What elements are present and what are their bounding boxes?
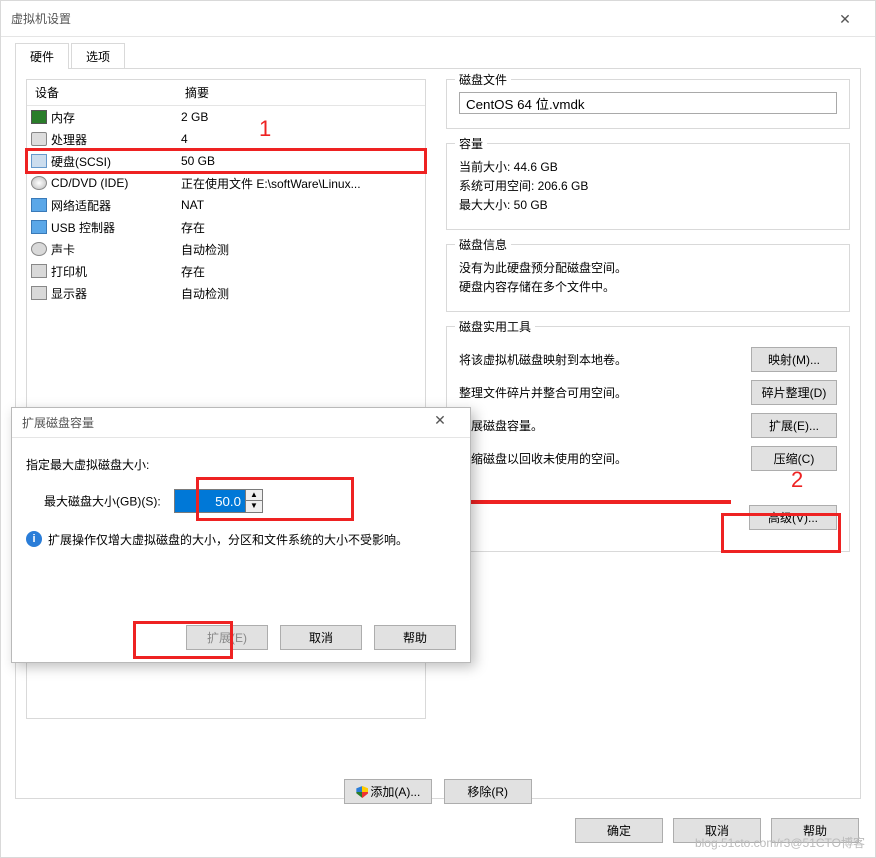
tab-strip: 硬件 选项 [15, 43, 861, 69]
defrag-button[interactable]: 碎片整理(D) [751, 380, 837, 405]
disk-file-input[interactable] [459, 92, 837, 114]
device-name: 声卡 [51, 241, 75, 258]
shield-icon [356, 786, 368, 798]
device-name: USB 控制器 [51, 219, 115, 236]
device-summary: 存在 [181, 219, 421, 236]
spinner-down-icon[interactable]: ▼ [246, 501, 262, 512]
add-device-button[interactable]: 添加(A)... [344, 779, 432, 804]
net-icon [31, 198, 47, 212]
device-name: CD/DVD (IDE) [51, 176, 128, 190]
map-button[interactable]: 映射(M)... [751, 347, 837, 372]
device-summary: 自动检测 [181, 241, 421, 258]
expand-disk-dialog: 扩展磁盘容量 ✕ 指定最大虚拟磁盘大小: 最大磁盘大小(GB)(S): ▲ ▼ … [11, 407, 471, 663]
cancel-button[interactable]: 取消 [673, 818, 761, 843]
dialog2-prompt: 指定最大虚拟磁盘大小: [26, 456, 456, 473]
dialog2-titlebar: 扩展磁盘容量 ✕ [12, 408, 470, 438]
device-name: 显示器 [51, 285, 87, 302]
device-row-display[interactable]: 显示器 自动检测 [27, 282, 425, 304]
disk-file-legend: 磁盘文件 [455, 71, 511, 88]
memory-icon [31, 110, 47, 124]
map-desc: 将该虚拟机磁盘映射到本地卷。 [459, 351, 741, 368]
display-icon [31, 286, 47, 300]
device-name: 内存 [51, 109, 75, 126]
device-table-header: 设备 摘要 [27, 80, 425, 106]
device-row-sound[interactable]: 声卡 自动检测 [27, 238, 425, 260]
device-row-printer[interactable]: 打印机 存在 [27, 260, 425, 282]
device-summary: 自动检测 [181, 285, 421, 302]
device-name: 网络适配器 [51, 197, 111, 214]
printer-icon [31, 264, 47, 278]
sound-icon [31, 242, 47, 256]
capacity-max: 最大大小: 50 GB [459, 196, 837, 213]
tab-options[interactable]: 选项 [71, 43, 125, 68]
titlebar: 虚拟机设置 ✕ [1, 1, 875, 37]
dialog2-close-icon[interactable]: ✕ [420, 405, 460, 441]
dialog2-info: 扩展操作仅增大虚拟磁盘的大小，分区和文件系统的大小不受影响。 [48, 531, 456, 548]
expand-desc: 扩展磁盘容量。 [459, 417, 741, 434]
device-summary: 50 GB [181, 154, 421, 168]
col-summary: 摘要 [177, 80, 425, 105]
capacity-legend: 容量 [455, 135, 487, 152]
compact-desc: 压缩磁盘以回收未使用的空间。 [459, 450, 741, 467]
col-device: 设备 [27, 80, 177, 105]
expand-button[interactable]: 扩展(E)... [751, 413, 837, 438]
device-summary: 存在 [181, 263, 421, 280]
device-name: 处理器 [51, 131, 87, 148]
disk-info-line1: 没有为此硬盘预分配磁盘空间。 [459, 259, 837, 276]
device-name: 打印机 [51, 263, 87, 280]
dialog2-help-button[interactable]: 帮助 [374, 625, 456, 650]
disk-tools-group: 磁盘实用工具 将该虚拟机磁盘映射到本地卷。 映射(M)... 整理文件碎片并整合… [446, 326, 850, 552]
disk-icon [31, 154, 47, 168]
compact-button[interactable]: 压缩(C) [751, 446, 837, 471]
vm-settings-window: 虚拟机设置 ✕ 硬件 选项 设备 摘要 内存 2 GB 处理器 4 硬盘(SCSI) 50… [0, 0, 876, 858]
device-summary: 正在使用文件 E:\softWare\Linux... [181, 175, 421, 192]
info-icon: i [26, 531, 42, 547]
cd-icon [31, 176, 47, 190]
device-row-cpu[interactable]: 处理器 4 [27, 128, 425, 150]
max-size-label: 最大磁盘大小(GB)(S): [44, 495, 161, 509]
device-row-cd[interactable]: CD/DVD (IDE) 正在使用文件 E:\softWare\Linux... [27, 172, 425, 194]
defrag-desc: 整理文件碎片并整合可用空间。 [459, 384, 741, 401]
capacity-current: 当前大小: 44.6 GB [459, 158, 837, 175]
dialog2-expand-button[interactable]: 扩展(E) [186, 625, 268, 650]
remove-device-button[interactable]: 移除(R) [444, 779, 532, 804]
max-size-input[interactable] [175, 490, 245, 512]
capacity-group: 容量 当前大小: 44.6 GB 系统可用空间: 206.6 GB 最大大小: … [446, 143, 850, 230]
disk-info-legend: 磁盘信息 [455, 236, 511, 253]
device-row-memory[interactable]: 内存 2 GB [27, 106, 425, 128]
help-button[interactable]: 帮助 [771, 818, 859, 843]
device-summary: NAT [181, 198, 421, 212]
dialog2-title: 扩展磁盘容量 [22, 408, 94, 438]
device-row-net[interactable]: 网络适配器 NAT [27, 194, 425, 216]
capacity-free: 系统可用空间: 206.6 GB [459, 177, 837, 194]
disk-file-group: 磁盘文件 [446, 79, 850, 129]
disk-info-group: 磁盘信息 没有为此硬盘预分配磁盘空间。 硬盘内容存储在多个文件中。 [446, 244, 850, 312]
disk-info-line2: 硬盘内容存储在多个文件中。 [459, 278, 837, 295]
spinner-up-icon[interactable]: ▲ [246, 490, 262, 501]
device-row-disk[interactable]: 硬盘(SCSI) 50 GB [27, 150, 425, 172]
cpu-icon [31, 132, 47, 146]
tab-hardware[interactable]: 硬件 [15, 43, 69, 68]
window-title: 虚拟机设置 [11, 1, 71, 37]
usb-icon [31, 220, 47, 234]
device-summary: 4 [181, 132, 421, 146]
device-summary: 2 GB [181, 110, 421, 124]
dialog2-cancel-button[interactable]: 取消 [280, 625, 362, 650]
advanced-button[interactable]: 高级(V)... [749, 505, 837, 530]
device-name: 硬盘(SCSI) [51, 153, 111, 170]
device-row-usb[interactable]: USB 控制器 存在 [27, 216, 425, 238]
disk-tools-legend: 磁盘实用工具 [455, 318, 535, 335]
ok-button[interactable]: 确定 [575, 818, 663, 843]
close-icon[interactable]: ✕ [825, 1, 865, 37]
